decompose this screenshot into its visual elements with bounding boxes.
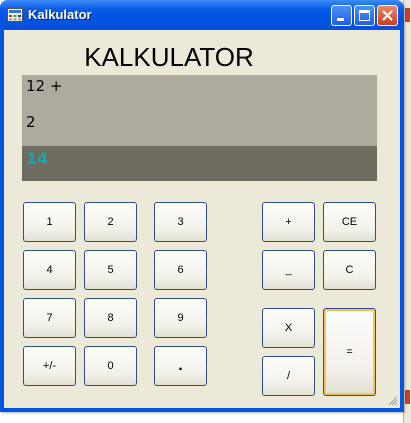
close-button[interactable] xyxy=(377,5,398,26)
calculator-window: Kalkulator KALKULATOR 12 + 2 14 1 2 3 + … xyxy=(0,0,404,412)
decimal-point-button[interactable]: . xyxy=(154,346,207,386)
multiply-button[interactable]: X xyxy=(262,308,315,348)
maximize-button[interactable] xyxy=(354,5,375,26)
divide-button[interactable]: / xyxy=(262,356,315,396)
window-title: Kalkulator xyxy=(28,7,92,22)
client-area: KALKULATOR 12 + 2 14 1 2 3 + CE 4 5 6 _ … xyxy=(4,30,400,408)
calculator-display: 12 + 2 14 xyxy=(22,75,377,181)
background-close-icon xyxy=(405,390,410,404)
title-bar[interactable]: Kalkulator xyxy=(0,0,404,30)
background-window-edge xyxy=(403,0,411,423)
close-icon xyxy=(382,10,393,21)
digit-6-button[interactable]: 6 xyxy=(154,250,207,290)
minus-button[interactable]: _ xyxy=(262,250,315,290)
digit-0-button[interactable]: 0 xyxy=(84,346,137,386)
equals-button[interactable]: = xyxy=(323,308,376,396)
minimize-button[interactable] xyxy=(331,5,352,26)
digit-3-button[interactable]: 3 xyxy=(154,202,207,242)
background-close-icon xyxy=(405,8,410,22)
digit-4-button[interactable]: 4 xyxy=(23,250,76,290)
sign-toggle-button[interactable]: +/- xyxy=(23,346,76,386)
plus-button[interactable]: + xyxy=(262,202,315,242)
digit-5-button[interactable]: 5 xyxy=(84,250,137,290)
clear-button[interactable]: C xyxy=(323,250,376,290)
maximize-icon xyxy=(359,10,370,21)
app-heading: KALKULATOR xyxy=(84,42,254,72)
resize-grip-icon[interactable] xyxy=(388,396,398,406)
display-result: 14 xyxy=(26,149,49,168)
clear-entry-button[interactable]: CE xyxy=(323,202,376,242)
digit-8-button[interactable]: 8 xyxy=(84,298,137,338)
display-history-area xyxy=(22,75,377,146)
display-operand: 2 xyxy=(26,113,36,131)
display-expression: 12 + xyxy=(26,77,63,95)
digit-7-button[interactable]: 7 xyxy=(23,298,76,338)
calculator-app-icon xyxy=(7,8,23,22)
display-result-area xyxy=(22,146,377,181)
minimize-icon xyxy=(337,18,344,21)
digit-9-button[interactable]: 9 xyxy=(154,298,207,338)
digit-1-button[interactable]: 1 xyxy=(23,202,76,242)
digit-2-button[interactable]: 2 xyxy=(84,202,137,242)
